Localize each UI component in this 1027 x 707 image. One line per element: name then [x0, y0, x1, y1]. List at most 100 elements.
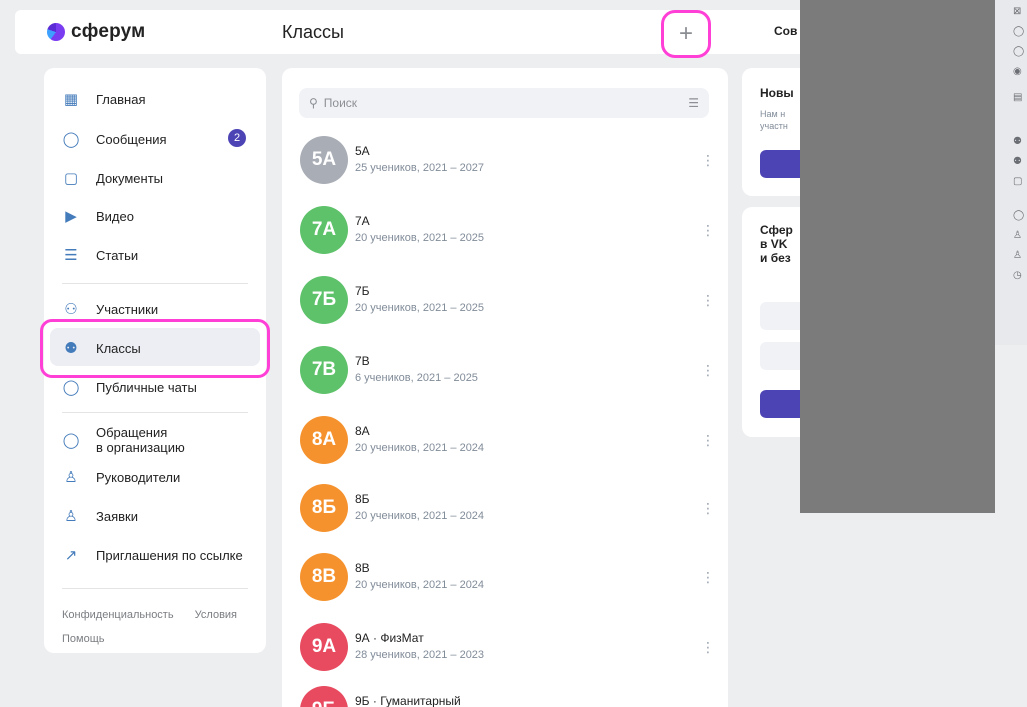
- class-subtitle: 20 учеников, 2021 – 2025: [355, 232, 485, 244]
- sidebar-item-public-chats[interactable]: ◯ Публичные чаты: [62, 371, 197, 403]
- class-row[interactable]: 8В 8В 20 учеников, 2021 – 2024 ⋮: [298, 547, 716, 613]
- class-avatar: 9Б: [300, 686, 348, 707]
- class-row[interactable]: 8А 8А 20 учеников, 2021 – 2024 ⋮: [298, 410, 716, 476]
- sidebar-item-label: Заявки: [96, 508, 138, 524]
- news-card: Новы Нам н участн: [742, 68, 800, 196]
- promo-tile-app[interactable]: [760, 342, 800, 370]
- strip-icon[interactable]: ⊠: [1013, 6, 1021, 17]
- sidebar-item-classes[interactable]: ⚉ Классы: [62, 332, 141, 364]
- members-icon: ⚇: [64, 301, 78, 318]
- class-title: 9Б · Гуманитарный: [355, 694, 461, 707]
- strip-icon[interactable]: ⚉: [1013, 136, 1022, 147]
- class-title: 7В: [355, 354, 370, 368]
- strip-icon[interactable]: ◯: [1013, 46, 1024, 57]
- strip-icon[interactable]: ♙: [1013, 230, 1022, 241]
- plus-icon: +: [678, 20, 693, 47]
- article-icon: ☰: [64, 247, 78, 264]
- sidebar-item-label: Классы: [96, 340, 141, 356]
- sidebar-item-label: Видео: [96, 208, 134, 224]
- sidebar-item-home[interactable]: ▦ Главная: [62, 83, 146, 115]
- sidebar-divider: [62, 283, 248, 284]
- more-options-icon[interactable]: ⋮: [701, 500, 715, 517]
- more-options-icon[interactable]: ⋮: [701, 432, 715, 449]
- person-icon: ♙: [64, 469, 78, 486]
- more-options-icon[interactable]: ⋮: [701, 292, 715, 309]
- class-row[interactable]: 7А 7А 20 учеников, 2021 – 2025 ⋮: [298, 200, 716, 266]
- header-right-text[interactable]: Сов: [774, 24, 797, 38]
- class-row[interactable]: 5А 5А 25 учеников, 2021 – 2027 ⋮: [298, 130, 716, 196]
- news-card-text: Нам н участн: [760, 109, 788, 131]
- person-arrow-icon: ♙: [64, 508, 78, 525]
- sidebar-item-label: Участники: [96, 301, 159, 317]
- class-title: 5А: [355, 144, 370, 158]
- strip-icon[interactable]: ◯: [1013, 210, 1024, 221]
- more-options-icon[interactable]: ⋮: [701, 639, 715, 656]
- class-row[interactable]: 9Б 9Б · Гуманитарный: [298, 680, 716, 707]
- class-title: 7А: [355, 214, 370, 228]
- terms-link[interactable]: Условия: [195, 609, 237, 621]
- messages-count-badge: 2: [228, 129, 246, 147]
- sidebar-item-messages[interactable]: ◯ Сообщения: [62, 123, 167, 155]
- class-subtitle: 20 учеников, 2021 – 2024: [355, 442, 485, 454]
- sidebar-item-label: Статьи: [96, 247, 139, 263]
- video-icon: ▶: [65, 208, 77, 225]
- promo-tile-video[interactable]: [760, 302, 800, 330]
- sidebar-item-label: Главная: [96, 91, 146, 107]
- sidebar-item-requests-org[interactable]: ◯ Обращения в организацию: [62, 422, 185, 458]
- class-subtitle: 20 учеников, 2021 – 2025: [355, 302, 485, 314]
- class-avatar: 8А: [300, 416, 348, 464]
- strip-icon[interactable]: ♙: [1013, 250, 1022, 261]
- help-link[interactable]: Помощь: [62, 633, 105, 645]
- sidebar-item-video[interactable]: ▶ Видео: [62, 200, 134, 232]
- search-placeholder: Поиск: [323, 96, 358, 110]
- class-row[interactable]: 9А 9А · ФизМат 28 учеников, 2021 – 2023 …: [298, 617, 716, 683]
- class-row[interactable]: 7Б 7Б 20 учеников, 2021 – 2025 ⋮: [298, 270, 716, 336]
- search-input[interactable]: ⚲ Поиск ☰: [299, 88, 709, 118]
- strip-icon[interactable]: ▢: [1013, 176, 1022, 187]
- sidebar-item-label: Руководители: [96, 469, 181, 485]
- sidebar-item-label: Обращения в организацию: [96, 425, 185, 455]
- class-subtitle: 28 учеников, 2021 – 2023: [355, 649, 485, 661]
- class-subtitle: 6 учеников, 2021 – 2025: [355, 372, 478, 384]
- sidebar-item-articles[interactable]: ☰ Статьи: [62, 239, 138, 271]
- sidebar-item-label: Публичные чаты: [96, 379, 197, 395]
- sidebar-divider: [62, 588, 248, 589]
- news-card-title: Новы: [760, 86, 794, 100]
- more-options-icon[interactable]: ⋮: [701, 569, 715, 586]
- sidebar-item-label: Сообщения: [96, 131, 167, 147]
- sidebar-footer: Конфиденциальность Условия Помощь: [62, 603, 255, 651]
- sidebar-item-label: Документы: [96, 170, 164, 186]
- sidebar-item-documents[interactable]: ▢ Документы: [62, 162, 163, 194]
- promo-card-title: Сфер в VK и без: [760, 223, 793, 265]
- strip-icon[interactable]: ◷: [1013, 270, 1022, 281]
- public-chats-icon: ◯: [62, 379, 80, 396]
- strip-icon[interactable]: ◉: [1013, 66, 1022, 77]
- add-class-button[interactable]: +: [661, 10, 711, 58]
- promo-card-button[interactable]: [760, 390, 800, 418]
- sidebar-item-invite-links[interactable]: ↗ Приглашения по ссылке: [62, 539, 243, 571]
- more-options-icon[interactable]: ⋮: [701, 152, 715, 169]
- class-subtitle: 25 учеников, 2021 – 2027: [355, 162, 485, 174]
- more-options-icon[interactable]: ⋮: [701, 222, 715, 239]
- home-grid-icon: ▦: [63, 91, 79, 108]
- class-title: 8Б: [355, 492, 370, 506]
- sidebar-item-label: Приглашения по ссылке: [96, 547, 243, 563]
- more-options-icon[interactable]: ⋮: [701, 362, 715, 379]
- privacy-link[interactable]: Конфиденциальность: [62, 609, 174, 621]
- search-icon: ⚲: [309, 96, 318, 110]
- strip-icon[interactable]: ◯: [1013, 26, 1024, 37]
- document-icon: ▢: [63, 170, 79, 187]
- class-row[interactable]: 8Б 8Б 20 учеников, 2021 – 2024 ⋮: [298, 478, 716, 544]
- feedback-icon: ◯: [62, 432, 80, 449]
- sidebar-item-managers[interactable]: ♙ Руководители: [62, 461, 180, 493]
- strip-icon[interactable]: ⚉: [1013, 156, 1022, 167]
- strip-icon[interactable]: ▤: [1013, 92, 1022, 103]
- class-avatar: 8Б: [300, 484, 348, 532]
- class-avatar: 9А: [300, 623, 348, 671]
- news-card-button[interactable]: [760, 150, 800, 178]
- filter-icon[interactable]: ☰: [688, 96, 699, 110]
- sidebar-item-members[interactable]: ⚇ Участники: [62, 293, 158, 325]
- class-row[interactable]: 7В 7В 6 учеников, 2021 – 2025 ⋮: [298, 340, 716, 406]
- logo[interactable]: сферум: [47, 21, 145, 43]
- sidebar-item-applications[interactable]: ♙ Заявки: [62, 500, 138, 532]
